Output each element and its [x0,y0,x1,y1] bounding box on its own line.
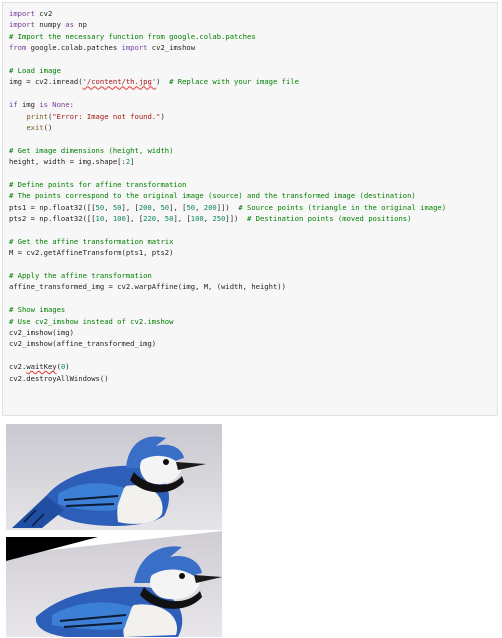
code-line[interactable]: # Load image [9,65,495,76]
blue-jay-affine-transformed-image [6,531,222,637]
code-line[interactable]: cv2_imshow(img) [9,327,495,338]
code-line[interactable]: # The points correspond to the original … [9,190,495,201]
code-line[interactable]: pts1 = np.float32([[50, 50], [200, 50], … [9,202,495,213]
code-line[interactable]: # Import the necessary function from goo… [9,31,495,42]
code-line[interactable]: # Get the affine transformation matrix [9,236,495,247]
code-line[interactable] [9,54,495,65]
code-line[interactable]: cv2_imshow(affine_transformed_img) [9,338,495,349]
code-editor[interactable]: import cv2 import numpy as np # Import the… [9,8,495,384]
output-image-original [6,424,222,530]
code-line[interactable]: print("Error: Image not found.") [9,111,495,122]
code-line[interactable]: img = cv2.imread('/content/th.jpg') # Re… [9,76,495,87]
code-line[interactable] [9,167,495,178]
code-line[interactable]: # Apply the affine transformation [9,270,495,281]
output-image-affine-transformed [6,531,222,637]
blue-jay-original-image [6,424,222,530]
code-line[interactable] [9,293,495,304]
code-line[interactable]: # Define points for affine transformatio… [9,179,495,190]
code-line[interactable]: # Get image dimensions (height, width) [9,145,495,156]
code-line[interactable]: exit() [9,122,495,133]
code-line[interactable]: if img is None: [9,99,495,110]
code-line[interactable]: cv2.waitKey(0) [9,361,495,372]
code-line[interactable] [9,224,495,235]
code-line[interactable]: M = cv2.getAffineTransform(pts1, pts2) [9,247,495,258]
code-line[interactable]: affine_transformed_img = cv2.warpAffine(… [9,281,495,292]
code-cell[interactable]: import cv2 import numpy as np # Import the… [2,2,498,416]
code-line[interactable]: pts2 = np.float32([[10, 100], [220, 50],… [9,213,495,224]
code-line[interactable]: import cv2 [9,8,495,19]
code-line[interactable] [9,350,495,361]
code-line[interactable]: height, width = img.shape[:2] [9,156,495,167]
code-line[interactable]: cv2.destroyAllWindows() [9,373,495,384]
code-line[interactable]: # Use cv2_imshow instead of cv2.imshow [9,316,495,327]
code-line[interactable] [9,259,495,270]
code-line[interactable]: # Show images [9,304,495,315]
code-line[interactable] [9,88,495,99]
code-line[interactable] [9,133,495,144]
code-line[interactable]: from google.colab.patches import cv2_ims… [9,42,495,53]
code-line[interactable]: import numpy as np [9,19,495,30]
